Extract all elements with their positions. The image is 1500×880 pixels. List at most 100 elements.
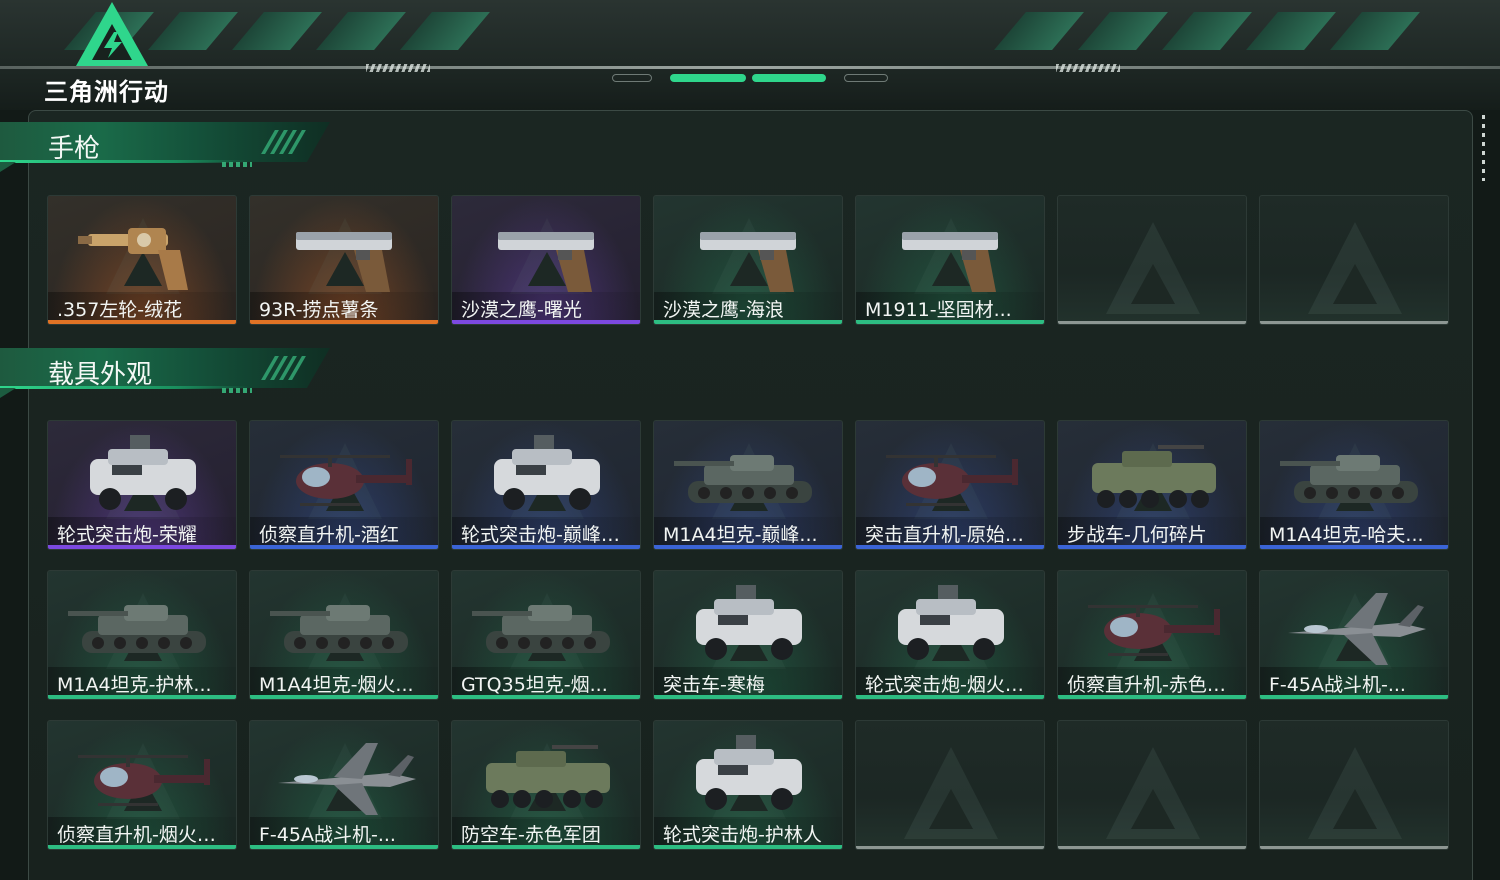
rarity-bar	[250, 845, 438, 849]
item-card[interactable]: 93R-捞点薯条	[249, 195, 439, 325]
item-card[interactable]: F-45A战斗机-...	[1259, 570, 1449, 700]
item-card[interactable]: F-45A战斗机-...	[249, 720, 439, 850]
item-name: GTQ35坦克-烟...	[452, 667, 640, 695]
rarity-bar	[1260, 846, 1448, 849]
item-name: M1A4坦克-巅峰...	[654, 517, 842, 545]
item-card[interactable]: 侦察直升机-烟火2...	[47, 720, 237, 850]
item-card[interactable]: M1911-坚固材...	[855, 195, 1045, 325]
pistol-icon	[700, 232, 796, 292]
item-name: 步战车-几何碎片	[1058, 517, 1246, 545]
item-name: M1911-坚固材...	[856, 292, 1044, 320]
item-card[interactable]: 轮式突击炮-巅峰竞...	[451, 420, 641, 550]
item-card[interactable]: 侦察直升机-酒红	[249, 420, 439, 550]
rarity-bar	[48, 845, 236, 849]
item-card[interactable]: 沙漠之鹰-曙光	[451, 195, 641, 325]
item-name: 侦察直升机-酒红	[250, 517, 438, 545]
rarity-bar	[856, 846, 1044, 849]
rarity-bar	[1058, 695, 1246, 699]
helicopter-icon	[886, 455, 1018, 506]
rarity-bar	[452, 320, 640, 324]
tank-icon	[1280, 455, 1418, 503]
tank-icon	[674, 455, 812, 503]
empty-slot	[855, 720, 1045, 850]
rarity-bar	[654, 320, 842, 324]
empty-slot	[1259, 195, 1449, 325]
pistol-icon	[498, 232, 594, 292]
rarity-bar	[1260, 321, 1448, 324]
item-card[interactable]: 防空车-赤色军团	[451, 720, 641, 850]
item-card[interactable]: 沙漠之鹰-海浪	[653, 195, 843, 325]
rarity-bar	[856, 545, 1044, 549]
item-name: .357左轮-绒花	[48, 292, 236, 320]
header-hash-left	[366, 64, 430, 72]
item-card[interactable]: 步战车-几何碎片	[1057, 420, 1247, 550]
item-card[interactable]: M1A4坦克-巅峰...	[653, 420, 843, 550]
helicopter-icon	[1088, 605, 1220, 656]
pistol-icon	[296, 232, 392, 292]
tank-icon	[68, 605, 206, 653]
item-name: 轮式突击炮-烟火2...	[856, 667, 1044, 695]
rarity-bar	[1260, 695, 1448, 699]
logo-title: 三角洲行动	[44, 78, 169, 106]
item-name: 轮式突击炮-荣耀	[48, 517, 236, 545]
item-card[interactable]: M1A4坦克-烟火...	[249, 570, 439, 700]
rarity-bar	[452, 845, 640, 849]
item-name: 轮式突击炮-护林人	[654, 817, 842, 845]
rarity-bar	[654, 545, 842, 549]
section-banner-pistols: 手枪	[0, 122, 340, 174]
rarity-bar	[250, 320, 438, 324]
helicopter-icon	[280, 455, 412, 506]
item-card[interactable]: M1A4坦克-哈夫...	[1259, 420, 1449, 550]
item-card[interactable]: 突击直升机-原始伪...	[855, 420, 1045, 550]
item-name: M1A4坦克-烟火...	[250, 667, 438, 695]
armored-car-icon	[696, 735, 802, 810]
header-stripes-right	[994, 12, 1420, 50]
item-name: 93R-捞点薯条	[250, 292, 438, 320]
item-name: 轮式突击炮-巅峰竞...	[452, 517, 640, 545]
revolver-icon	[78, 228, 188, 290]
section-title: 载具外观	[48, 360, 153, 390]
rarity-bar	[1260, 545, 1448, 549]
item-name: M1A4坦克-护林...	[48, 667, 236, 695]
item-card[interactable]: .357左轮-绒花	[47, 195, 237, 325]
rarity-bar	[654, 695, 842, 699]
empty-slot	[1259, 720, 1449, 850]
item-name: 侦察直升机-烟火2...	[48, 817, 236, 845]
tank-icon	[472, 605, 610, 653]
item-name: F-45A战斗机-...	[1260, 667, 1448, 695]
armored-car-icon	[494, 435, 600, 510]
item-card[interactable]: 侦察直升机-赤色军...	[1057, 570, 1247, 700]
section-banner-vehicles: 载具外观	[0, 348, 340, 400]
apc-icon	[1092, 445, 1216, 508]
jet-icon	[1288, 593, 1426, 665]
rarity-bar	[250, 545, 438, 549]
jet-icon	[278, 743, 416, 815]
item-card[interactable]: GTQ35坦克-烟...	[451, 570, 641, 700]
section-title: 手枪	[48, 134, 101, 164]
item-name: 沙漠之鹰-曙光	[452, 292, 640, 320]
scrollbar-indicator[interactable]	[1482, 115, 1485, 181]
item-name: 突击车-寒梅	[654, 667, 842, 695]
rarity-bar	[48, 320, 236, 324]
item-name: 沙漠之鹰-海浪	[654, 292, 842, 320]
empty-slot	[1057, 195, 1247, 325]
item-card[interactable]: 突击车-寒梅	[653, 570, 843, 700]
item-card[interactable]: 轮式突击炮-护林人	[653, 720, 843, 850]
rarity-bar	[1058, 321, 1246, 324]
item-name: M1A4坦克-哈夫...	[1260, 517, 1448, 545]
item-card[interactable]: 轮式突击炮-荣耀	[47, 420, 237, 550]
rarity-bar	[1058, 545, 1246, 549]
item-name: 突击直升机-原始伪...	[856, 517, 1044, 545]
item-card[interactable]: M1A4坦克-护林...	[47, 570, 237, 700]
vehicle-grid: 轮式突击炮-荣耀 侦察直升机-酒红 轮式突击炮-巅峰竞... M1A4坦克-巅峰...…	[47, 420, 1449, 850]
item-name: F-45A战斗机-...	[250, 817, 438, 845]
apc-icon	[486, 745, 610, 808]
rarity-bar	[654, 845, 842, 849]
rarity-bar	[250, 695, 438, 699]
armored-car-icon	[898, 585, 1004, 660]
rarity-bar	[48, 545, 236, 549]
top-header: 三角洲行动	[0, 0, 1500, 110]
item-name: 防空车-赤色军团	[452, 817, 640, 845]
item-name: 侦察直升机-赤色军...	[1058, 667, 1246, 695]
item-card[interactable]: 轮式突击炮-烟火2...	[855, 570, 1045, 700]
